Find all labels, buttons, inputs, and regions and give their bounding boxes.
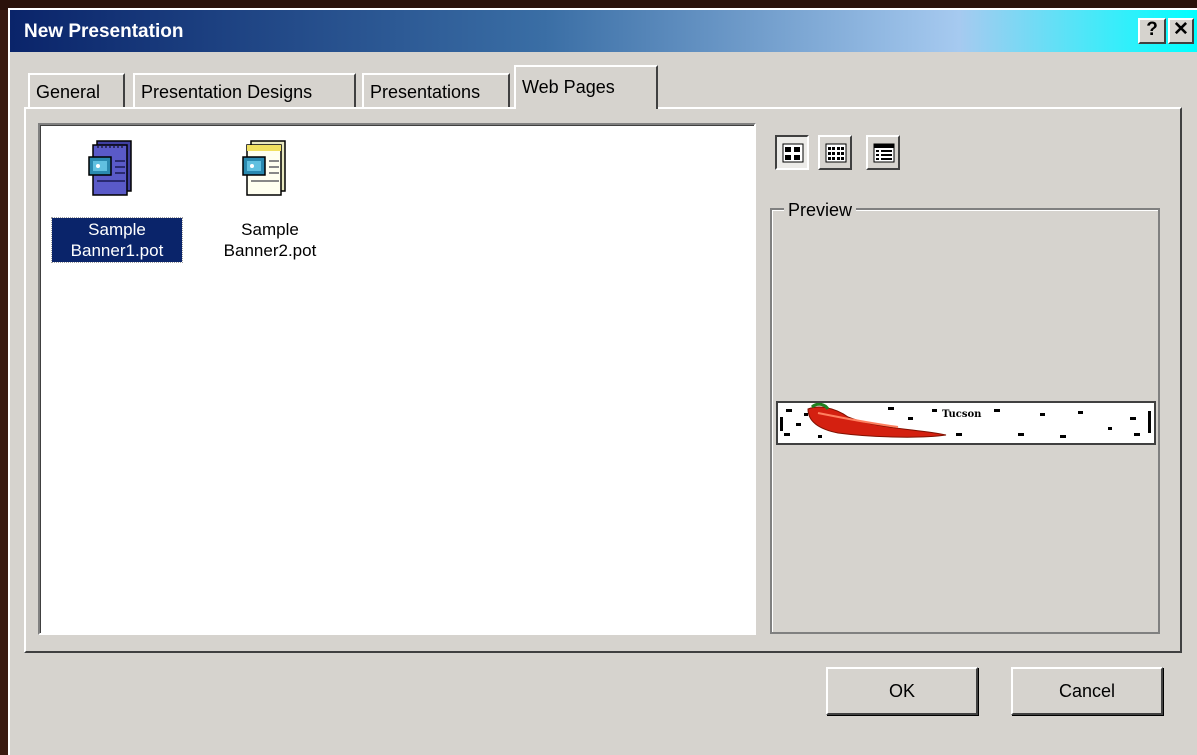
large-icons-view-icon	[782, 143, 804, 163]
tab-web-pages[interactable]: Web Pages	[514, 65, 658, 109]
cancel-button[interactable]: Cancel	[1011, 667, 1163, 715]
tab-presentations[interactable]: Presentations	[362, 73, 510, 107]
details-view-icon	[873, 143, 895, 163]
template-file-list[interactable]: Sample Banner1.pot Sample Banner2.pot	[38, 123, 756, 635]
list-view-button[interactable]	[818, 135, 852, 170]
list-view-icon	[825, 143, 847, 163]
file-label-line1: Sample	[88, 220, 146, 239]
file-label-line2: Banner2.pot	[223, 241, 317, 260]
large-icons-view-button[interactable]	[775, 135, 809, 170]
chili-pepper-banner-image: Tucson	[778, 402, 1154, 443]
file-label: Sample Banner1.pot	[51, 217, 183, 263]
file-label-line2: Banner1.pot	[70, 241, 164, 260]
close-button[interactable]: ✕	[1168, 18, 1194, 44]
ok-button[interactable]: OK	[826, 667, 978, 715]
template-file-blue-icon	[88, 140, 132, 196]
banner-preview-image: Tucson	[776, 401, 1156, 445]
tab-presentation-designs[interactable]: Presentation Designs	[133, 73, 356, 107]
details-view-button[interactable]	[866, 135, 900, 170]
help-button[interactable]: ?	[1138, 18, 1166, 44]
banner-text: Tucson	[942, 409, 982, 420]
dialog-title: New Presentation	[24, 21, 184, 42]
file-label: Sample Banner2.pot	[204, 218, 336, 262]
template-file-yellow-icon	[242, 140, 286, 196]
file-label-line1: Sample	[241, 220, 299, 239]
preview-label: Preview	[784, 200, 857, 221]
tab-general[interactable]: General	[28, 73, 125, 107]
title-bar[interactable]: New Presentation ? ✕	[10, 10, 1197, 52]
